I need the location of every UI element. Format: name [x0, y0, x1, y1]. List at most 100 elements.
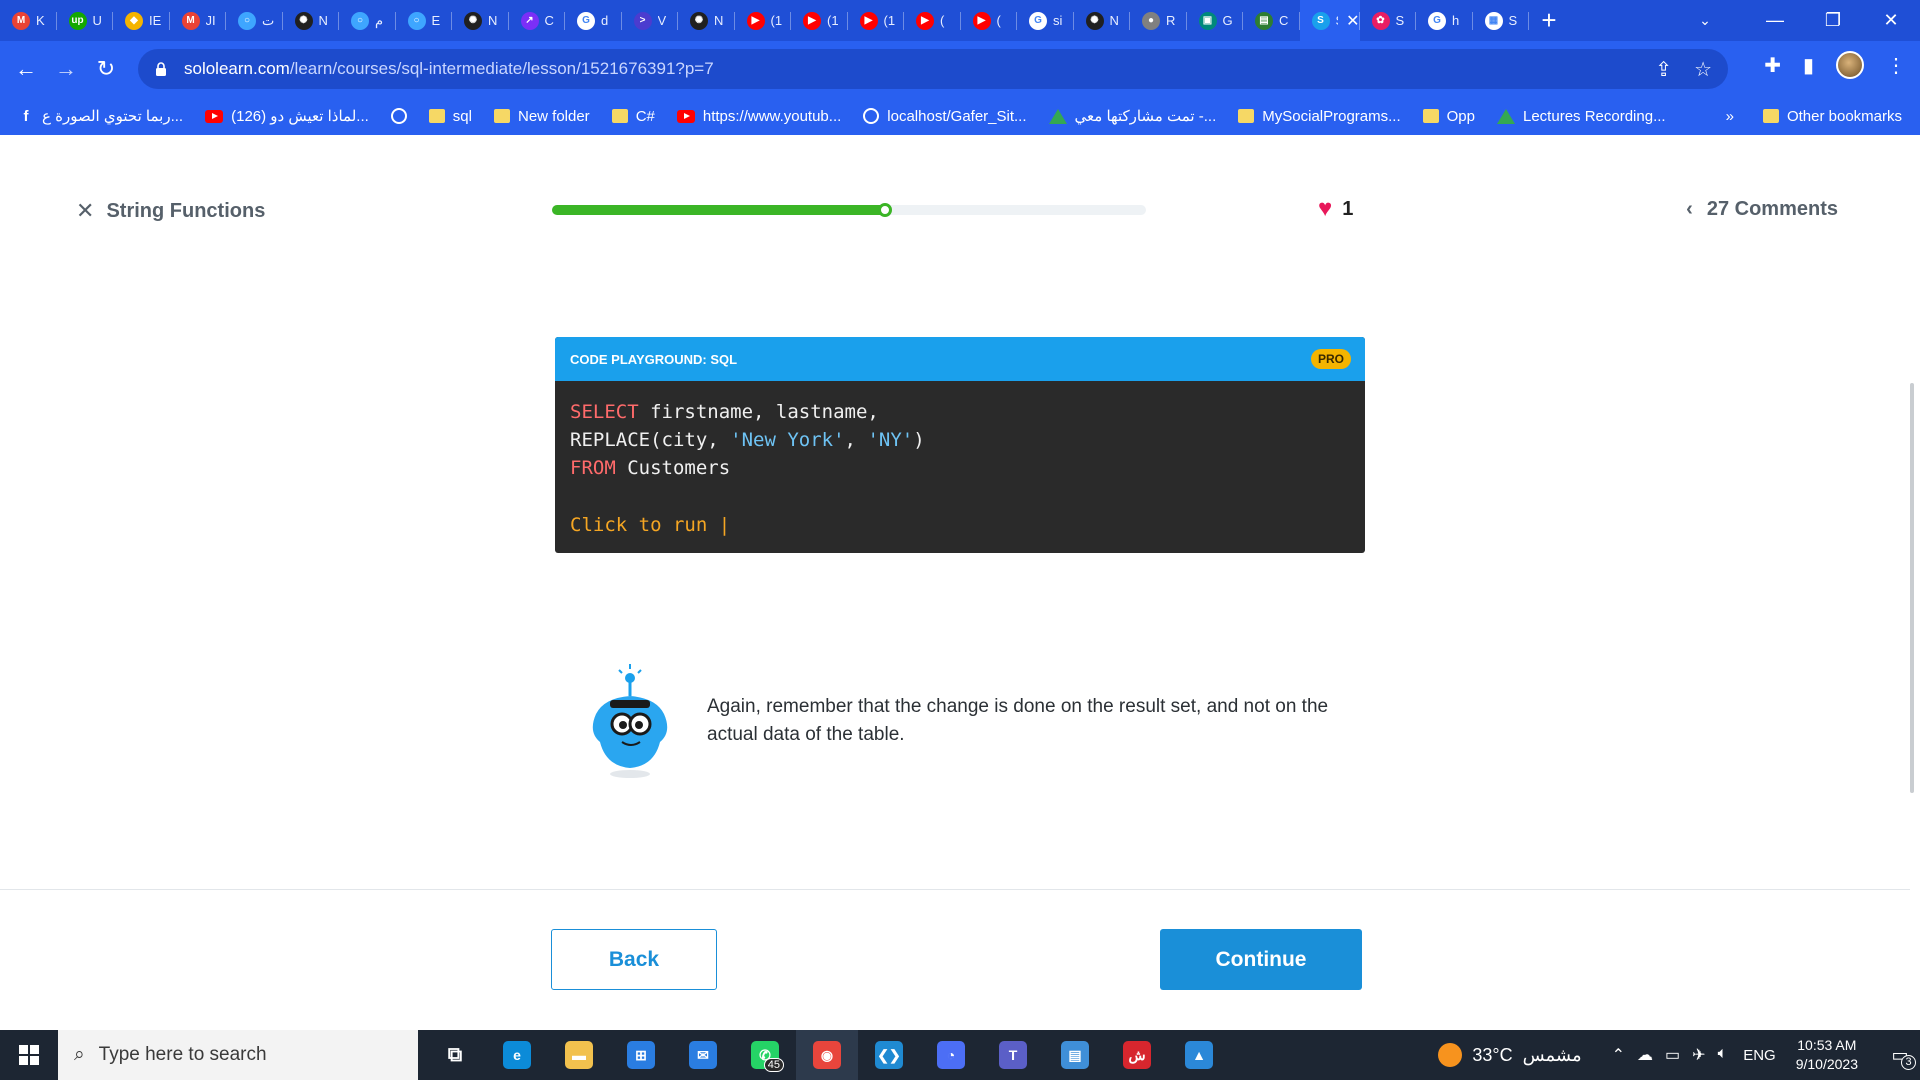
taskbar-app[interactable]: ◔ — [920, 1030, 982, 1080]
scrollbar-thumb[interactable] — [1910, 383, 1914, 793]
profile-avatar[interactable] — [1836, 51, 1864, 79]
bookmark-item[interactable]: MySocialPrograms... — [1238, 108, 1401, 125]
speaker-icon[interactable]: 🔈︎ — [1718, 1045, 1728, 1065]
bookmark-item[interactable]: C# — [611, 108, 655, 125]
browser-tab[interactable]: ▶( — [961, 0, 1018, 41]
battery-icon[interactable]: ▭ — [1665, 1045, 1680, 1065]
browser-tab[interactable]: ▤ C — [1243, 0, 1300, 41]
browser-tab[interactable]: MK — [0, 0, 57, 41]
browser-tab[interactable]: ▶ (1 — [735, 0, 792, 41]
notification-center-button[interactable]: ▭ 3 — [1880, 1045, 1920, 1070]
bookmark-item[interactable]: New folder — [493, 108, 590, 125]
lock-icon[interactable] — [152, 60, 170, 78]
back-arrow-icon[interactable]: ← — [6, 49, 46, 89]
restore-button[interactable]: ❐ — [1804, 0, 1862, 41]
browser-tab[interactable]: ▣ G — [1187, 0, 1244, 41]
browser-tab[interactable]: ✺ N — [1074, 0, 1131, 41]
app-icon: ↗ — [520, 11, 539, 30]
start-button[interactable] — [0, 1030, 58, 1080]
tab-label: S — [1395, 13, 1405, 28]
browser-tab[interactable]: ○ E — [396, 0, 453, 41]
close-window-button[interactable]: ✕ — [1862, 0, 1920, 41]
taskbar-app[interactable]: ✆ 45 — [734, 1030, 796, 1080]
taskbar-app[interactable]: ▤ — [1044, 1030, 1106, 1080]
browser-tab[interactable]: ○ ت — [226, 0, 283, 41]
tab-label: h — [1452, 13, 1460, 28]
airplane-icon[interactable]: ✈ — [1692, 1045, 1705, 1065]
taskbar-app[interactable]: e — [486, 1030, 548, 1080]
comments-button[interactable]: ‹ 27 Comments — [1686, 198, 1838, 221]
browser-tab[interactable]: ▶ (1 — [791, 0, 848, 41]
bookmark-item[interactable]: localhost/Gafer_Sit... — [863, 108, 1027, 125]
language-indicator[interactable]: ENG — [1743, 1047, 1776, 1064]
browser-tab[interactable]: ↗ C — [509, 0, 566, 41]
browser-tab[interactable]: Gsi — [1017, 0, 1074, 41]
browser-tab[interactable]: ✺ N — [452, 0, 509, 41]
menu-kebab-icon[interactable]: ⋮ — [1886, 53, 1906, 78]
side-panel-icon[interactable]: ▮ — [1803, 53, 1814, 78]
browser-tab[interactable]: M JI — [170, 0, 227, 41]
page-scrollbar[interactable] — [1906, 135, 1920, 1030]
taskbar-app[interactable]: ✉ — [672, 1030, 734, 1080]
clock[interactable]: 10:53 AM 9/10/2023 — [1796, 1036, 1858, 1074]
new-tab-button[interactable]: + — [1529, 0, 1569, 41]
bookmark-item[interactable]: https://www.youtub... — [676, 108, 841, 125]
taskbar-app[interactable]: T — [982, 1030, 1044, 1080]
bookmark-item[interactable]: Opp — [1422, 108, 1475, 125]
address-bar[interactable]: sololearn.com/learn/courses/sql-intermed… — [138, 49, 1728, 89]
close-icon: ✕ — [76, 198, 95, 223]
taskbar-app[interactable]: ⊞ — [610, 1030, 672, 1080]
hearts-counter[interactable]: ♥ 1 — [1318, 195, 1353, 223]
reload-icon[interactable]: ↻ — [86, 49, 126, 89]
back-button[interactable]: Back — [551, 929, 717, 990]
share-icon[interactable]: ⇪ — [1655, 57, 1672, 82]
weather-widget[interactable]: 33°C مشمس — [1438, 1043, 1582, 1067]
browser-tab[interactable]: ▶ (1 — [848, 0, 905, 41]
close-lesson-button[interactable]: ✕ String Functions — [76, 198, 265, 224]
browser-tab[interactable]: ◆ IE — [113, 0, 170, 41]
bookmark-item[interactable] — [390, 108, 407, 124]
taskbar-search[interactable]: ⌕ Type here to search — [58, 1030, 418, 1080]
bookmark-item[interactable]: (126) لماذا تعيش دو... — [205, 107, 369, 125]
code-playground[interactable]: CODE PLAYGROUND: SQL PRO SELECT firstnam… — [555, 337, 1365, 553]
other-bookmarks[interactable]: Other bookmarks — [1762, 97, 1902, 135]
onedrive-icon[interactable]: ☁ — [1637, 1045, 1653, 1065]
bookmark-star-icon[interactable]: ☆ — [1694, 57, 1712, 82]
bookmark-item[interactable]: sql — [428, 108, 472, 125]
taskbar-app[interactable]: ⧉ — [424, 1030, 486, 1080]
bookmark-item[interactable]: تمت مشاركتها معي -... — [1048, 107, 1216, 125]
taskbar-app[interactable]: ◉ — [796, 1030, 858, 1080]
bookmark-item[interactable]: Lectures Recording... — [1497, 108, 1666, 125]
app-icon: ◔ — [937, 1041, 965, 1069]
browser-tab[interactable]: ✺ N — [283, 0, 340, 41]
continue-button[interactable]: Continue — [1160, 929, 1362, 990]
browser-tab[interactable]: Gh — [1416, 0, 1473, 41]
browser-tab[interactable]: Gd — [565, 0, 622, 41]
more-bookmarks-button[interactable]: » — [1726, 97, 1734, 135]
taskbar-app[interactable]: ▲ — [1168, 1030, 1230, 1080]
bookmark-item[interactable]: f ربما تحتوي الصورة ع... — [18, 107, 184, 126]
tab-search-button[interactable]: ⌄ — [1685, 0, 1725, 41]
taskbar-app[interactable]: ❮❯ — [858, 1030, 920, 1080]
browser-tab[interactable]: ▶( — [904, 0, 961, 41]
browser-tab[interactable]: ✿ S — [1360, 0, 1417, 41]
taskbar-app[interactable]: ▬ — [548, 1030, 610, 1080]
url-path: /learn/courses/sql-intermediate/lesson/1… — [289, 59, 714, 78]
browser-tab[interactable]: up U — [57, 0, 114, 41]
browser-tab[interactable]: ● R — [1130, 0, 1187, 41]
extensions-icon[interactable]: ✚ — [1764, 53, 1781, 78]
taskbar-app[interactable]: ش — [1106, 1030, 1168, 1080]
click-to-run-button[interactable]: Click to run | — [570, 511, 1350, 539]
circle-icon: ○ — [407, 11, 426, 30]
browser-tab[interactable]: S Sc ✕ — [1299, 0, 1360, 41]
chevron-up-icon[interactable]: ⌃ — [1612, 1045, 1625, 1065]
forward-arrow-icon[interactable]: → — [46, 49, 86, 89]
minimize-button[interactable]: — — [1746, 0, 1804, 41]
window-controls: — ❐ ✕ — [1746, 0, 1920, 41]
browser-tab[interactable]: ○ م — [339, 0, 396, 41]
browser-tab[interactable]: ▦ S — [1473, 0, 1530, 41]
browser-tab[interactable]: > V — [622, 0, 679, 41]
browser-tab[interactable]: ✺ N — [678, 0, 735, 41]
close-tab-icon[interactable]: ✕ — [1346, 11, 1359, 31]
bookmark-label: ربما تحتوي الصورة ع... — [42, 108, 184, 125]
